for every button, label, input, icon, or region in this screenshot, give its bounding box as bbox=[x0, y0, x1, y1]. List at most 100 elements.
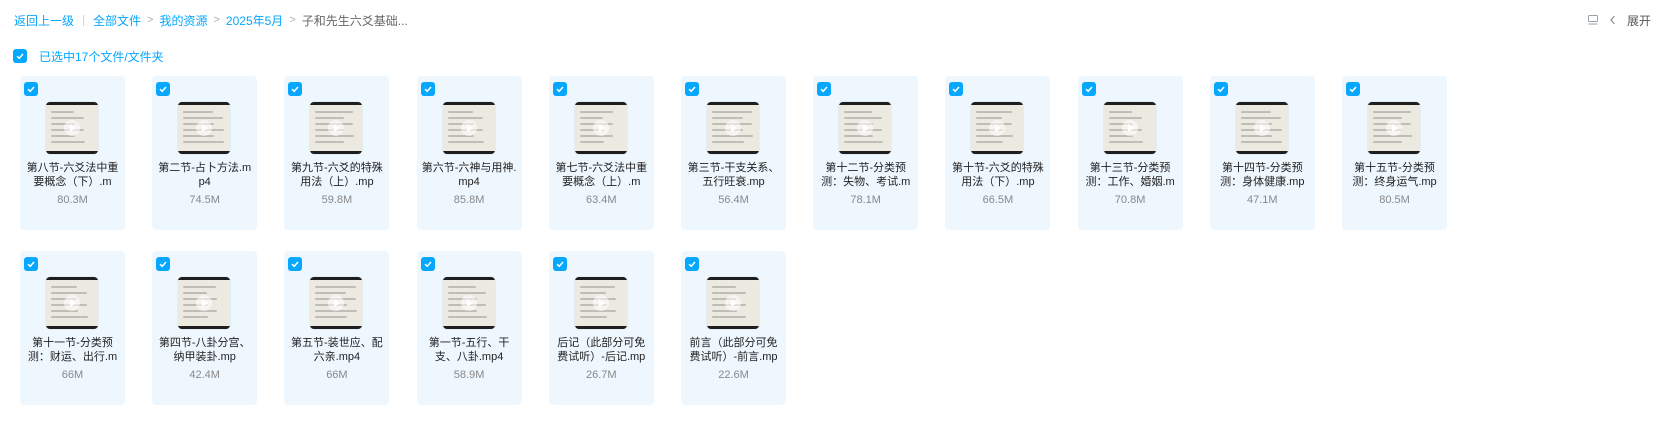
file-size: 22.6M bbox=[718, 369, 749, 381]
check-icon bbox=[688, 86, 696, 93]
file-size: 74.5M bbox=[189, 194, 220, 206]
check-icon bbox=[556, 261, 564, 268]
video-thumbnail[interactable] bbox=[310, 277, 363, 329]
file-checkbox[interactable] bbox=[288, 82, 303, 96]
file-checkbox[interactable] bbox=[685, 257, 699, 271]
video-thumbnail[interactable] bbox=[442, 277, 495, 329]
file-card[interactable]: 第五节-装世应、配六亲.mp4 66M bbox=[284, 251, 390, 405]
video-thumbnail[interactable] bbox=[971, 102, 1024, 154]
file-card[interactable]: 第十五节-分类预测：终身运气.mp 80.5M bbox=[1342, 76, 1447, 230]
file-checkbox[interactable] bbox=[24, 82, 38, 96]
play-icon bbox=[64, 120, 80, 136]
file-card[interactable]: 第七节-六爻法中重要概念（上）.m 63.4M bbox=[548, 76, 654, 230]
video-thumbnail[interactable] bbox=[46, 102, 98, 154]
file-size: 80.3M bbox=[57, 194, 88, 206]
check-icon bbox=[952, 86, 960, 93]
file-name[interactable]: 第十节-六爻的特殊用法（下）.mp bbox=[949, 161, 1046, 189]
file-checkbox[interactable] bbox=[156, 82, 171, 96]
file-name[interactable]: 第十三节-分类预测：工作、婚姻.m bbox=[1082, 161, 1179, 189]
play-icon bbox=[725, 120, 741, 136]
file-card[interactable]: 第一节-五行、干支、八卦.mp4 58.9M bbox=[416, 251, 522, 405]
file-name[interactable]: 前言（此部分可免费试听）-前言.mp bbox=[685, 336, 782, 364]
file-checkbox[interactable] bbox=[156, 257, 171, 271]
file-card[interactable]: 第三节-干支关系、五行旺衰.mp 56.4M bbox=[681, 76, 786, 230]
breadcrumb-my-resources[interactable]: 我的资源 bbox=[159, 12, 207, 29]
breadcrumb-all-files[interactable]: 全部文件 bbox=[93, 12, 141, 29]
check-icon bbox=[1349, 86, 1357, 93]
file-card[interactable]: 第八节-六爻法中重要概念（下）.m 80.3M bbox=[20, 76, 125, 230]
file-name[interactable]: 第七节-六爻法中重要概念（上）.m bbox=[553, 161, 650, 189]
video-thumbnail[interactable] bbox=[442, 102, 495, 154]
file-card[interactable]: 第十节-六爻的特殊用法（下）.mp 66.5M bbox=[945, 76, 1051, 230]
video-thumbnail[interactable] bbox=[839, 102, 892, 154]
video-thumbnail[interactable] bbox=[574, 102, 627, 154]
file-card[interactable]: 第十三节-分类预测：工作、婚姻.m 70.8M bbox=[1077, 76, 1183, 230]
file-checkbox[interactable] bbox=[685, 82, 699, 96]
file-card[interactable]: 后记（此部分可免费试听）-后记.mp 26.7M bbox=[548, 251, 654, 405]
chevron-left-icon[interactable] bbox=[1609, 15, 1617, 25]
file-card[interactable]: 第二节-占卜方法.mp4 74.5M bbox=[152, 76, 258, 230]
video-thumbnail[interactable] bbox=[1235, 102, 1288, 154]
file-name[interactable]: 第一节-五行、干支、八卦.mp4 bbox=[421, 336, 518, 364]
file-checkbox[interactable] bbox=[288, 257, 303, 271]
video-thumbnail[interactable] bbox=[178, 102, 231, 154]
file-name[interactable]: 第三节-干支关系、五行旺衰.mp bbox=[685, 161, 782, 189]
file-size: 56.4M bbox=[718, 194, 749, 206]
selection-count-label: 已选中17个文件/文件夹 bbox=[39, 49, 164, 64]
play-icon bbox=[592, 120, 609, 136]
file-checkbox[interactable] bbox=[552, 82, 567, 96]
file-card[interactable]: 第六节-六神与用神.mp4 85.8M bbox=[416, 76, 522, 230]
check-icon bbox=[820, 86, 828, 93]
check-icon bbox=[1085, 86, 1093, 93]
video-thumbnail[interactable] bbox=[707, 102, 759, 154]
play-icon bbox=[460, 295, 477, 311]
check-icon bbox=[291, 86, 299, 93]
breadcrumb-may-2025[interactable]: 2025年5月 bbox=[226, 12, 283, 29]
video-thumbnail[interactable] bbox=[574, 277, 627, 329]
file-card[interactable]: 前言（此部分可免费试听）-前言.mp 22.6M bbox=[681, 251, 786, 405]
file-checkbox[interactable] bbox=[420, 82, 435, 96]
file-card[interactable]: 第十二节-分类预测：失物、考试.m 78.1M bbox=[813, 76, 919, 230]
file-checkbox[interactable] bbox=[552, 257, 567, 271]
file-name[interactable]: 第十五节-分类预测：终身运气.mp bbox=[1346, 161, 1443, 189]
video-thumbnail[interactable] bbox=[178, 277, 231, 329]
file-name[interactable]: 第二节-占卜方法.mp4 bbox=[156, 161, 253, 189]
file-card[interactable]: 第十四节-分类预测：身体健康.mp 47.1M bbox=[1209, 76, 1315, 230]
expand-button[interactable]: 展开 bbox=[1627, 12, 1651, 29]
breadcrumb-separator: > bbox=[147, 14, 154, 26]
file-name[interactable]: 后记（此部分可免费试听）-后记.mp bbox=[553, 336, 650, 364]
file-checkbox[interactable] bbox=[24, 257, 38, 271]
file-name[interactable]: 第六节-六神与用神.mp4 bbox=[421, 161, 518, 189]
file-checkbox[interactable] bbox=[817, 82, 832, 96]
file-size: 63.4M bbox=[586, 194, 617, 206]
video-thumbnail[interactable] bbox=[46, 277, 98, 329]
file-checkbox[interactable] bbox=[1346, 82, 1360, 96]
breadcrumb-separator: > bbox=[289, 14, 296, 26]
back-link[interactable]: 返回上一级 bbox=[14, 12, 74, 29]
file-checkbox[interactable] bbox=[949, 82, 964, 96]
file-name[interactable]: 第四节-八卦分宫、纳甲装卦.mp bbox=[156, 336, 253, 364]
file-size: 80.5M bbox=[1379, 194, 1410, 206]
file-size: 66M bbox=[326, 369, 348, 381]
file-name[interactable]: 第十二节-分类预测：失物、考试.m bbox=[817, 161, 914, 189]
file-name[interactable]: 第九节-六爻的特殊用法（上）.mp bbox=[288, 161, 385, 189]
video-thumbnail[interactable] bbox=[707, 277, 759, 329]
file-checkbox[interactable] bbox=[1213, 82, 1228, 96]
check-icon bbox=[27, 86, 35, 93]
file-name[interactable]: 第十四节-分类预测：身体健康.mp bbox=[1214, 161, 1311, 189]
video-thumbnail[interactable] bbox=[1368, 102, 1420, 154]
file-name[interactable]: 第八节-六爻法中重要概念（下）.m bbox=[24, 161, 121, 189]
file-card[interactable]: 第九节-六爻的特殊用法（上）.mp 59.8M bbox=[284, 76, 390, 230]
video-thumbnail[interactable] bbox=[310, 102, 363, 154]
video-thumbnail[interactable] bbox=[1103, 102, 1156, 154]
list-view-icon[interactable] bbox=[1587, 14, 1599, 26]
select-all-checkbox[interactable] bbox=[13, 49, 27, 63]
file-name[interactable]: 第十一节-分类预测：财运、出行.m bbox=[24, 336, 121, 364]
file-card[interactable]: 第十一节-分类预测：财运、出行.m 66M bbox=[20, 251, 125, 405]
file-checkbox[interactable] bbox=[420, 257, 435, 271]
file-checkbox[interactable] bbox=[1081, 82, 1096, 96]
breadcrumb-divider bbox=[83, 14, 85, 26]
check-icon bbox=[16, 53, 24, 60]
file-card[interactable]: 第四节-八卦分宫、纳甲装卦.mp 42.4M bbox=[152, 251, 258, 405]
file-name[interactable]: 第五节-装世应、配六亲.mp4 bbox=[288, 336, 385, 364]
